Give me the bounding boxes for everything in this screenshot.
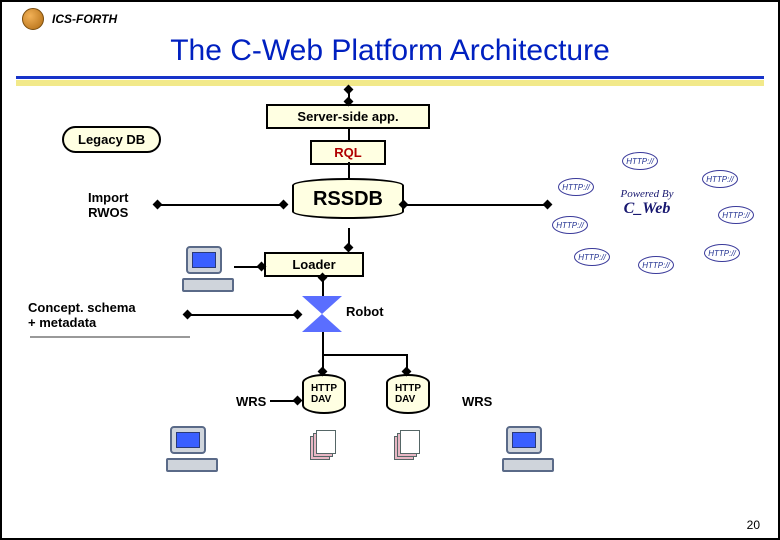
http-dav-cylinder-2: HTTP DAV bbox=[386, 374, 430, 414]
wrs-left-label: WRS bbox=[236, 394, 266, 409]
loader-box: Loader bbox=[264, 252, 364, 277]
http-satellite-icon: HTTP:// bbox=[702, 170, 738, 188]
slide-number: 20 bbox=[747, 518, 760, 532]
http-satellite-icon: HTTP:// bbox=[718, 206, 754, 224]
page-title: The C-Web Platform Architecture bbox=[2, 34, 778, 68]
cweb-line2: C_Web bbox=[592, 200, 702, 218]
document-stack-icon bbox=[394, 430, 420, 460]
http-satellite-icon: HTTP:// bbox=[558, 178, 594, 196]
robot-label: Robot bbox=[346, 304, 384, 319]
wrs-right-label: WRS bbox=[462, 394, 492, 409]
computer-icon bbox=[502, 426, 554, 472]
import-rwos-label: Import RWOS bbox=[88, 190, 128, 220]
brand-name: ICS-FORTH bbox=[52, 12, 117, 26]
http-dav-cylinder-1: HTTP DAV bbox=[302, 374, 346, 414]
rssdb-cylinder: RSSDB bbox=[292, 178, 404, 219]
legacy-db-node: Legacy DB bbox=[62, 126, 161, 153]
rssdb-label: RSSDB bbox=[313, 188, 383, 210]
diagram-canvas: Server-side app. Legacy DB RQL Import RW… bbox=[2, 86, 778, 516]
http-satellite-icon: HTTP:// bbox=[622, 152, 658, 170]
computer-icon bbox=[182, 246, 234, 292]
document-stack-icon bbox=[310, 430, 336, 460]
robot-icon bbox=[302, 296, 342, 332]
http-satellite-icon: HTTP:// bbox=[704, 244, 740, 262]
http-satellite-icon: HTTP:// bbox=[638, 256, 674, 274]
cweb-logo: Powered By C_Web bbox=[592, 188, 702, 218]
http-satellite-icon: HTTP:// bbox=[574, 248, 610, 266]
brand-logo-icon bbox=[22, 8, 44, 30]
server-side-app-box: Server-side app. bbox=[266, 104, 430, 129]
title-divider bbox=[16, 76, 764, 86]
computer-icon bbox=[166, 426, 218, 472]
concept-schema-label: Concept. schema + metadata bbox=[28, 300, 136, 330]
cweb-line1: Powered By bbox=[592, 188, 702, 200]
http-satellite-icon: HTTP:// bbox=[552, 216, 588, 234]
